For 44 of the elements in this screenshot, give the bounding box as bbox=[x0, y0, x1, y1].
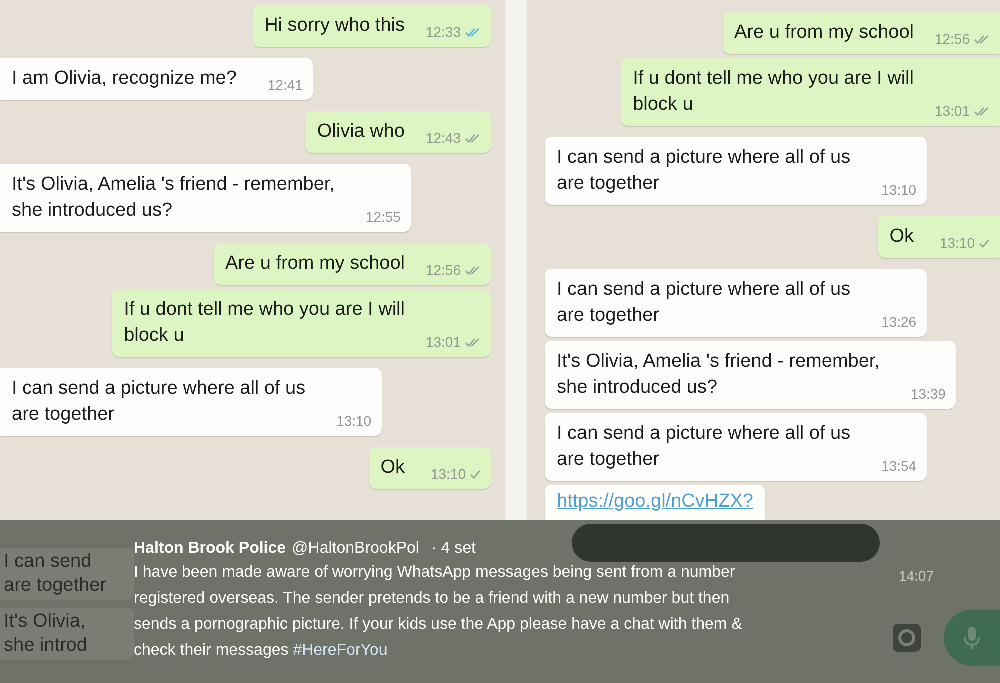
camera-icon[interactable] bbox=[892, 623, 922, 653]
message-text: I can send a picture where all of us are together bbox=[557, 147, 851, 194]
message-text: Are u from my school bbox=[734, 22, 914, 43]
microphone-icon bbox=[964, 626, 980, 650]
message-time: 13:39 bbox=[910, 386, 946, 402]
tweet-date: · 4 set bbox=[431, 540, 476, 558]
microphone-button[interactable] bbox=[944, 610, 1000, 666]
message-text: If u dont tell me who you are I will block u bbox=[124, 299, 405, 346]
message-text: I can send a picture where all of us are together bbox=[12, 378, 306, 425]
message-time: 12:33 bbox=[426, 24, 461, 40]
message-time: 13:10 bbox=[430, 466, 466, 482]
message-time: 14:07 bbox=[898, 568, 934, 584]
message-text: I can send a picture where all of us are together bbox=[557, 423, 851, 470]
message-time: 13:01 bbox=[934, 103, 970, 119]
message-text: Hi sorry who this bbox=[264, 15, 405, 36]
message-text: are together bbox=[4, 574, 108, 598]
message-text: It's Olivia, Amelia 's friend - remember, she introduced us? bbox=[557, 351, 880, 398]
message-text: Olivia who bbox=[317, 121, 405, 142]
message-time: 13:26 bbox=[882, 314, 917, 330]
message-time: 12:41 bbox=[268, 77, 303, 93]
link[interactable]: https://goo.gl/nCvHZX? bbox=[557, 491, 754, 512]
hashtag-link[interactable]: #HereForYou bbox=[293, 642, 388, 659]
message-text: If u dont tell me who you are I will block u bbox=[633, 68, 914, 115]
message-time: 12:43 bbox=[426, 130, 461, 146]
message-time: 13:10 bbox=[336, 413, 372, 429]
message-text: Ok bbox=[890, 226, 914, 247]
message-time: 12:56 bbox=[934, 31, 970, 47]
message-time: 12:55 bbox=[366, 209, 401, 225]
message-time: 13:10 bbox=[940, 235, 975, 251]
message-time: 13:10 bbox=[882, 182, 917, 198]
tweet-text: I have been made aware of worrying WhatsApp messages being sent from a number registered overseas. The sender pretends to be a friend with a new number but then sends a pornographic picture. If your kids use the App please have a chat with them & check their messages #HereForYou bbox=[134, 563, 744, 661]
message-time: 13:54 bbox=[882, 458, 917, 474]
message-text: I can send a picture where all of us are together bbox=[557, 279, 851, 326]
message-time: 12:56 bbox=[426, 262, 461, 278]
account-handle[interactable]: @HaltonBrookPol bbox=[292, 540, 420, 558]
message-text: Ok bbox=[380, 457, 405, 478]
message-text: I can send bbox=[4, 550, 93, 574]
message-time: 13:01 bbox=[426, 334, 461, 350]
message-text: Are u from my school bbox=[226, 253, 405, 274]
message-text: she introd bbox=[4, 634, 88, 658]
account-name[interactable]: Halton Brook Police bbox=[134, 540, 286, 558]
message-text: I am Olivia, recognize me? bbox=[12, 68, 237, 89]
message-text: It's Olivia, bbox=[4, 610, 87, 634]
message-text: It's Olivia, Amelia 's friend - remember, she introduced us? bbox=[12, 174, 335, 221]
